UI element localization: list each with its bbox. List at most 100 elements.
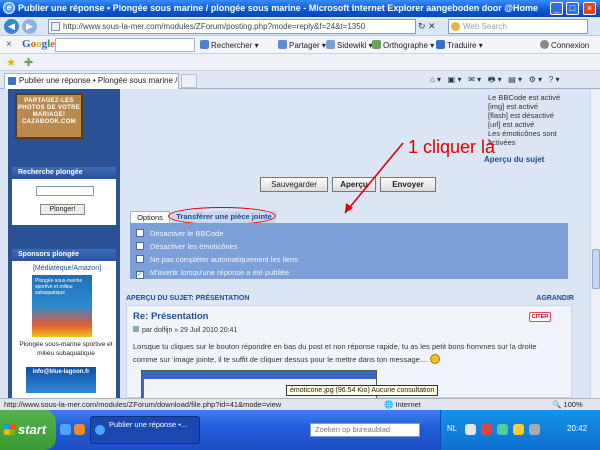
- browser-tab-row: Publier une réponse • Plongée sous marin…: [0, 71, 600, 89]
- new-tab-button[interactable]: [181, 74, 197, 88]
- favorites-star-icon[interactable]: ★: [6, 56, 16, 69]
- checkbox-checked[interactable]: ✓: [136, 271, 144, 279]
- topic-preview-header: APERÇU DU SUJET: PRÉSENTATION AGRANDIR: [126, 295, 574, 302]
- vertical-scrollbar[interactable]: [590, 89, 600, 398]
- google-toolbar: × Google Rechercher ▾ Partager ▾ Sidewik…: [0, 36, 600, 54]
- expand-link[interactable]: AGRANDIR: [536, 295, 574, 302]
- side-search-input[interactable]: [36, 186, 94, 196]
- window-title: Publier une réponse • Plongée sous marin…: [18, 3, 538, 13]
- tray-security-icon[interactable]: [481, 424, 492, 435]
- tab-options[interactable]: Options: [130, 211, 170, 223]
- blue-lagoon-ad[interactable]: info@blue-lagoon.fr: [26, 367, 96, 393]
- page-icon: [51, 22, 60, 31]
- post-body: Lorsque tu cliques sur le bouton répondr…: [133, 342, 537, 364]
- quote-button[interactable]: CITER: [529, 312, 551, 322]
- amazon-label: [Médiatèque/Amazon]: [32, 265, 102, 272]
- search-box-title: Recherche plongée: [12, 167, 116, 179]
- plonger-button[interactable]: Plonger!: [40, 204, 85, 215]
- abc-check-icon: [372, 40, 381, 49]
- translate-button[interactable]: Traduire ▾: [436, 40, 483, 50]
- google-search-button[interactable]: Rechercher ▾: [200, 40, 259, 50]
- post-meta: par dolfijn » 29 Juil 2010 20:41: [133, 326, 237, 334]
- cazabook-banner[interactable]: PARTAGEZ-LES PHOTOS DE VOTRE MARIAGE! CA…: [15, 93, 83, 139]
- sidewiki-icon: [326, 40, 335, 49]
- tray-icon[interactable]: [465, 424, 476, 435]
- post-title[interactable]: Re: Présentation: [133, 311, 209, 322]
- posting-panel: Le BBCode est activé [img] est activé [f…: [120, 89, 580, 398]
- maximize-button[interactable]: □: [566, 2, 579, 15]
- post-icon: [133, 326, 139, 332]
- window-title-bar: e Publier une réponse • Plongée sous mar…: [0, 0, 600, 17]
- bbcode-line: [img] est activé: [488, 102, 539, 111]
- book-cover-title: Plongée sous-marine sportive et milieu s…: [35, 278, 83, 296]
- share-icon: [278, 40, 287, 49]
- quicklaunch-ie-icon[interactable]: [60, 424, 71, 435]
- bbcode-line: [flash] est désactivé: [488, 111, 554, 120]
- taskbar-item-ie[interactable]: Publier une réponse •...: [90, 416, 200, 444]
- windows-flag-icon: [4, 424, 15, 435]
- bbcode-status: Le BBCode est activé [img] est activé [f…: [488, 93, 578, 147]
- tray-network-icon[interactable]: [497, 424, 508, 435]
- search-provider-icon: [451, 22, 460, 31]
- ie-task-icon: [95, 425, 105, 435]
- smiley-icon: [430, 354, 441, 364]
- checkbox[interactable]: [136, 255, 144, 263]
- options-panel: Désactiver le BBCode Désactiver les émot…: [130, 223, 568, 279]
- image-tooltip: émoticone.jpg (96.54 Kio) Aucune consult…: [286, 385, 439, 396]
- page-content: PARTAGEZ-LES PHOTOS DE VOTRE MARIAGE! CA…: [0, 89, 590, 398]
- option-disable-bbcode[interactable]: Désactiver le BBCode: [136, 229, 223, 238]
- bbcode-line: Le BBCode est activé: [488, 93, 561, 102]
- address-field[interactable]: http://www.sous-la-mer.com/modules/ZForu…: [48, 19, 416, 34]
- address-url: http://www.sous-la-mer.com/modules/ZForu…: [63, 22, 366, 31]
- back-button[interactable]: ◀: [4, 19, 19, 34]
- connexion-button[interactable]: Connexion: [540, 40, 589, 50]
- sponsors-title: Sponsors plongée: [12, 249, 116, 261]
- checkbox[interactable]: [136, 229, 144, 237]
- browser-tab-active[interactable]: Publier une réponse • Plongée sous marin…: [4, 73, 179, 89]
- web-search-input[interactable]: Web Search: [448, 19, 588, 34]
- favorites-bar: ★ ✚: [0, 54, 600, 71]
- sidewiki-button[interactable]: Sidewiki ▾: [326, 40, 373, 50]
- zoom-level[interactable]: 🔍 100%: [552, 399, 583, 410]
- clock: 20:42: [567, 424, 588, 433]
- minimize-button[interactable]: _: [550, 2, 563, 15]
- book-cover[interactable]: Plongée sous-marine sportive et milieu s…: [32, 275, 92, 337]
- command-bar[interactable]: ⌂ ▾ ▣ ▾ ✉ ▾ 🖶 ▾ ▤ ▾ ⚙ ▾ ? ▾: [430, 74, 560, 88]
- translate-icon: [436, 40, 445, 49]
- google-search-input[interactable]: [55, 38, 195, 52]
- start-button[interactable]: start: [0, 410, 56, 450]
- spellcheck-button[interactable]: Orthographe ▾: [372, 40, 434, 50]
- search-icon: [200, 40, 209, 49]
- system-tray: NL 20:42: [440, 410, 600, 450]
- forward-button[interactable]: ▶: [22, 19, 37, 34]
- refresh-stop-icons[interactable]: ↻ ✕: [418, 21, 436, 32]
- scrollbar-thumb[interactable]: [592, 249, 600, 289]
- desktop-search-input[interactable]: Zoeken op bureaublad: [310, 423, 420, 437]
- option-disable-emoticons[interactable]: Désactiver les émoticônes: [136, 242, 238, 251]
- tray-alert-icon[interactable]: [513, 424, 524, 435]
- web-search-placeholder: Web Search: [463, 22, 507, 31]
- internet-explorer-icon: e: [3, 2, 15, 14]
- add-favorite-icon[interactable]: ✚: [24, 56, 33, 69]
- page-favicon-icon: [8, 77, 16, 85]
- bbcode-line: [url] est activé: [488, 120, 535, 129]
- address-bar-row: ◀ ▶ http://www.sous-la-mer.com/modules/Z…: [0, 17, 600, 36]
- close-button[interactable]: ×: [583, 2, 596, 15]
- share-button[interactable]: Partager ▾: [278, 40, 326, 50]
- close-toolbar-icon[interactable]: ×: [6, 39, 12, 50]
- bbcode-line: Les émoticônes sont activées: [488, 129, 557, 147]
- security-zone: 🌐 Internet: [384, 400, 421, 409]
- tray-volume-icon[interactable]: [529, 424, 540, 435]
- windows-taskbar: start Publier une réponse •... Zoeken op…: [0, 410, 600, 450]
- status-bar: http://www.sous-la-mer.com/modules/ZForu…: [0, 398, 600, 410]
- option-no-autolinks[interactable]: Ne pas compléter automatiquement les lie…: [136, 255, 298, 264]
- option-notify-reply[interactable]: ✓ M'avertir lorsqu'une réponse a été publ…: [136, 268, 289, 279]
- save-button[interactable]: Sauvegarder: [260, 177, 328, 192]
- language-indicator[interactable]: NL: [447, 424, 457, 433]
- checkbox[interactable]: [136, 242, 144, 250]
- status-url: http://www.sous-la-mer.com/modules/ZForu…: [4, 400, 282, 409]
- topic-preview-title: APERÇU DU SUJET: PRÉSENTATION: [126, 295, 250, 302]
- annotation-arrow-icon: [344, 142, 404, 214]
- quicklaunch-firefox-icon[interactable]: [74, 424, 85, 435]
- google-logo: Google: [22, 38, 56, 50]
